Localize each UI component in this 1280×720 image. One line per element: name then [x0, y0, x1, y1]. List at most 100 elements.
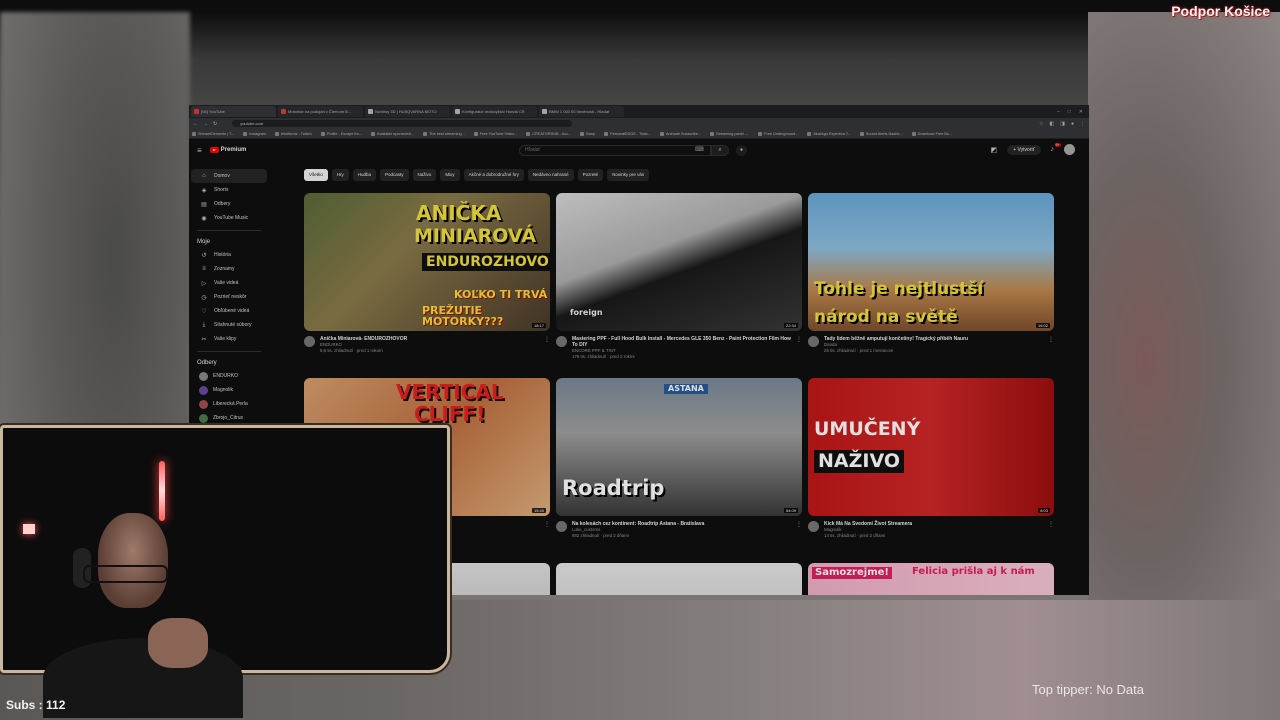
video-card[interactable]: ANIČKA MINIAROVÁ ENDUROZHOVOR KOĽKO TI TRVÁ…	[304, 193, 550, 354]
bookmark-item[interactable]: Profile - Escape fro...	[321, 132, 362, 136]
channel-avatar[interactable]	[304, 336, 315, 347]
sidebar-subscription[interactable]: Magnolik	[191, 383, 267, 397]
video-thumbnail[interactable]	[556, 563, 802, 595]
account-avatar[interactable]	[1064, 144, 1075, 155]
video-card[interactable]: UMUČENÝ NAŽIVO 8:03 Kick Má Na Svedomí Živo…	[808, 378, 1054, 539]
filter-chip[interactable]: Všetko	[304, 169, 328, 181]
more-options-icon[interactable]: ⋮	[1048, 521, 1054, 539]
browser-menu-icon[interactable]: ⋮	[1080, 121, 1085, 127]
video-thumbnail[interactable]: foreign 22:34	[556, 193, 802, 331]
sidebar-item-music[interactable]: ◉ YouTube Music	[191, 211, 267, 225]
browser-tab[interactable]: BMW 1 000 00 hmotnosti - Hladať	[539, 106, 624, 117]
bookmark-item[interactable]: StreamElements | T...	[192, 132, 234, 136]
microphone-icon: ●	[739, 147, 744, 153]
sidebar-item-watch-later[interactable]: ◷ Pozrieť neskôr	[191, 290, 267, 304]
sidebar-item-history[interactable]: ↺ História	[191, 248, 267, 262]
video-title[interactable]: Mastering PPF - Full Hood Bulk Install -…	[572, 336, 796, 348]
sidebar-subscription[interactable]: Zbrojo_Citrus	[191, 411, 267, 425]
more-options-icon[interactable]: ⋮	[796, 521, 802, 539]
bookmark-item[interactable]: Available sponsorsh...	[371, 132, 414, 136]
bookmark-item[interactable]: Instagram	[243, 132, 266, 136]
video-thumbnail[interactable]: ANIČKA MINIAROVÁ ENDUROZHOVOR KOĽKO TI TRVÁ…	[304, 193, 550, 331]
filter-chip[interactable]: Naživo	[412, 169, 437, 181]
hamburger-menu-icon[interactable]: ≡	[197, 146, 202, 155]
bookmark-item[interactable]: Free Underground...	[758, 132, 798, 136]
forward-icon[interactable]: →	[203, 121, 208, 127]
bookmark-item[interactable]: Akačkgu Expertiva T...	[807, 132, 851, 136]
bookmark-item[interactable]: Banp	[580, 132, 595, 136]
back-icon[interactable]: ←	[193, 121, 198, 127]
sidebar-item-clips[interactable]: ✂ Vaše klipy	[191, 332, 267, 346]
filter-chip[interactable]: Novinky pre vás	[607, 169, 650, 181]
video-card[interactable]: foreign 22:34 Mastering PPF - Full Hood Bu…	[556, 193, 802, 360]
video-title[interactable]: Tady lidem běžně amputují končetiny! Tra…	[824, 336, 968, 342]
filter-chip[interactable]: Pozreté	[577, 169, 604, 181]
youtube-logo[interactable]: Premium	[209, 147, 246, 153]
video-thumbnail[interactable]: Tohle je nejtlustší národ na světě 16:02	[808, 193, 1054, 331]
sidebar-item-download[interactable]: ⤓ Stiahnuté súbory	[191, 318, 267, 332]
bookmark-item[interactable]: tritoitkrmk - Twitch	[275, 132, 312, 136]
sidebar-item-liked[interactable]: ♡ Obľúbené videá	[191, 304, 267, 318]
channel-avatar[interactable]	[808, 521, 819, 532]
watch-later-icon: ◷	[201, 294, 207, 301]
sidebar-section-you[interactable]: Moje	[191, 236, 267, 248]
bookmark-item[interactable]: Streaming panel -...	[710, 132, 749, 136]
filter-chip[interactable]: Mixy	[440, 169, 460, 181]
search-button[interactable]: ⌕	[711, 145, 729, 156]
filter-chip[interactable]: Podcasty	[380, 169, 409, 181]
video-thumbnail[interactable]: Roadtrip ASTANA 54:09	[556, 378, 802, 516]
bookmark-item[interactable]: Download Free Bu...	[912, 132, 953, 136]
more-options-icon[interactable]: ⋮	[796, 336, 802, 360]
video-card[interactable]: Tohle je nejtlustší národ na světě 16:02 Ta…	[808, 193, 1054, 354]
voice-search-button[interactable]: ●	[736, 145, 747, 156]
keyboard-icon[interactable]: ⌨	[695, 146, 704, 153]
browser-tab[interactable]: Konfigurátor motocyklov Honda CR	[452, 106, 537, 117]
minimize-icon[interactable]: –	[1057, 109, 1060, 115]
browser-tab[interactable]: (94) YouTube	[191, 106, 276, 117]
filter-chip[interactable]: Nedávno nahrané	[527, 169, 574, 181]
channel-avatar[interactable]	[556, 336, 567, 347]
filter-chip[interactable]: Hry	[331, 169, 349, 181]
bookmark-item[interactable]: CREATORHUB - Acc...	[526, 132, 571, 136]
bookmark-item[interactable]: Animate Subscribe...	[660, 132, 701, 136]
bookmark-item[interactable]: Sound Alerts Dashb...	[860, 132, 903, 136]
extension-icon[interactable]: ◨	[1060, 121, 1065, 127]
video-thumbnail[interactable]: UMUČENÝ NAŽIVO 8:03	[808, 378, 1054, 516]
video-card[interactable]	[556, 563, 802, 595]
sidebar-item-home[interactable]: ⌂ Domov	[191, 169, 267, 183]
sidebar-item-subscriptions[interactable]: ▤ Odbery	[191, 197, 267, 211]
extension-icon[interactable]: ◧	[1050, 121, 1055, 127]
browser-tab[interactable]: Novinky 3D | HUSQVARNA MOTO	[365, 106, 450, 117]
video-thumbnail[interactable]: Samozrejme! Felicia prišla aj k nám	[808, 563, 1054, 595]
video-card[interactable]: Roadtrip ASTANA 54:09 Na kolesách cez konti…	[556, 378, 802, 539]
filter-chip[interactable]: Hudba	[352, 169, 377, 181]
more-options-icon[interactable]: ⋮	[1048, 336, 1054, 354]
liked-icon: ♡	[201, 308, 207, 315]
bookmark-star-icon[interactable]: ☆	[1039, 121, 1043, 127]
filter-chip[interactable]: Akčné a dobrodružné hry	[463, 169, 524, 181]
maximize-icon[interactable]: □	[1068, 109, 1071, 115]
video-card[interactable]: Samozrejme! Felicia prišla aj k nám	[808, 563, 1054, 595]
channel-avatar[interactable]	[808, 336, 819, 347]
more-options-icon[interactable]: ⋮	[544, 521, 550, 532]
sidebar-item-shorts[interactable]: ◈ Shorts	[191, 183, 267, 197]
cast-icon[interactable]: ◩	[991, 146, 998, 154]
sidebar-subscription[interactable]: Liberecká Perla	[191, 397, 267, 411]
create-button[interactable]: + Vytvoriť	[1007, 144, 1041, 155]
sidebar-item-your-videos[interactable]: ▷ Vaše videá	[191, 276, 267, 290]
notifications-button[interactable]: ♪ 9+	[1051, 143, 1061, 153]
search-input[interactable]: Hľadať	[519, 145, 711, 156]
browser-tab[interactable]: Motorkár na podujatí v Čiernom B...	[278, 106, 363, 117]
sidebar-item-playlists[interactable]: ≡ Zoznamy	[191, 262, 267, 276]
sidebar-subscription[interactable]: ENDURKO	[191, 369, 267, 383]
bookmark-item[interactable]: PersonalEDGE - Twitc...	[604, 132, 651, 136]
more-options-icon[interactable]: ⋮	[544, 336, 550, 354]
profile-icon[interactable]: ●	[1071, 121, 1074, 127]
reload-icon[interactable]: ↻	[213, 121, 217, 127]
url-input[interactable]: youtube.com	[232, 120, 573, 127]
channel-avatar[interactable]	[556, 521, 567, 532]
sidebar-section-subscriptions[interactable]: Odbery	[191, 357, 267, 369]
close-icon[interactable]: ✕	[1079, 109, 1083, 115]
bookmark-item[interactable]: Free YouTube Video...	[474, 132, 518, 136]
bookmark-item[interactable]: The best streaming...	[423, 132, 465, 136]
